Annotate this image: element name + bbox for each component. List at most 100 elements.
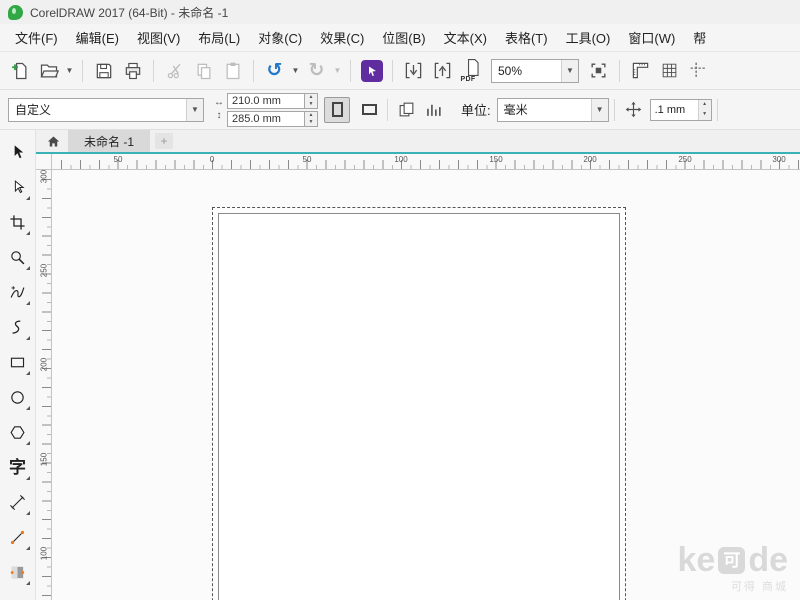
welcome-home-button[interactable] <box>42 131 64 151</box>
landscape-icon <box>362 104 377 115</box>
watermark-right: de <box>748 543 788 577</box>
fullscreen-preview-button[interactable] <box>585 57 612 84</box>
show-grid-button[interactable] <box>656 57 683 84</box>
menu-file[interactable]: 文件(F) <box>6 24 67 52</box>
freehand-tool[interactable] <box>4 278 32 307</box>
vertical-ruler[interactable]: 300 250 200 150 100 <box>36 170 52 600</box>
menu-table[interactable]: 表格(T) <box>496 24 557 52</box>
artistic-media-tool[interactable] <box>4 313 32 342</box>
cut-button[interactable] <box>161 57 188 84</box>
page-width-input[interactable]: 210.0 mm <box>227 93 305 109</box>
current-page-button[interactable] <box>420 96 447 123</box>
print-button[interactable] <box>119 57 146 84</box>
hruler-label: 100 <box>394 155 407 164</box>
toolbar-separator <box>350 60 351 82</box>
page-height-stepper[interactable]: ▲▼ <box>305 111 318 127</box>
page-width-stepper[interactable]: ▲▼ <box>305 93 318 109</box>
toolbar-separator <box>392 60 393 82</box>
publish-pdf-button[interactable]: PDF <box>458 57 485 84</box>
units-value: 毫米 <box>498 99 591 121</box>
menu-layout[interactable]: 布局(L) <box>189 24 249 52</box>
crop-tool[interactable] <box>4 208 32 237</box>
show-guidelines-button[interactable] <box>685 57 712 84</box>
watermark-logo-icon: 可 <box>718 547 745 574</box>
document-tab[interactable]: 未命名 -1 <box>68 130 150 152</box>
paste-button[interactable] <box>219 57 246 84</box>
new-document-button[interactable] <box>6 57 33 84</box>
menu-text[interactable]: 文本(X) <box>435 24 496 52</box>
vruler-label: 150 <box>40 450 49 470</box>
vruler-label: 100 <box>40 544 49 564</box>
export-icon <box>433 61 452 80</box>
menu-edit[interactable]: 编辑(E) <box>67 24 128 52</box>
page-width-icon: ↔ <box>214 98 224 108</box>
units-label: 单位: <box>461 100 491 119</box>
units-combo[interactable]: 毫米 ▼ <box>497 98 609 122</box>
open-button[interactable] <box>35 57 62 84</box>
polygon-tool[interactable] <box>4 418 32 447</box>
menu-object[interactable]: 对象(C) <box>249 24 311 52</box>
undo-dropdown-caret[interactable]: ▼ <box>290 66 301 75</box>
document-page[interactable] <box>218 213 620 600</box>
zoom-level-value: 50% <box>492 60 561 82</box>
save-button[interactable] <box>90 57 117 84</box>
window-title: CorelDRAW 2017 (64-Bit) - 未命名 -1 <box>30 4 228 21</box>
horizontal-ruler[interactable]: 50 0 50 100 150 200 250 300 <box>52 154 800 170</box>
connector-tool[interactable] <box>4 523 32 552</box>
propbar-separator <box>614 99 615 121</box>
import-button[interactable] <box>400 57 427 84</box>
all-pages-button[interactable] <box>393 96 420 123</box>
portrait-button[interactable] <box>324 97 350 123</box>
page-bleed-outline <box>212 207 626 600</box>
menu-window[interactable]: 窗口(W) <box>619 24 684 52</box>
redo-dropdown-caret[interactable]: ▼ <box>332 66 343 75</box>
new-tab-button[interactable]: + <box>155 133 173 149</box>
drawing-canvas[interactable]: ke 可 de 可得 商城 <box>52 170 800 600</box>
nudge-stepper[interactable]: ▲▼ <box>698 100 711 120</box>
zoom-level-combo[interactable]: 50% ▼ <box>491 59 579 83</box>
document-tab-bar: 未命名 -1 + <box>36 130 800 154</box>
paste-icon <box>223 61 243 81</box>
menu-help[interactable]: 帮 <box>684 24 715 52</box>
shape-tool[interactable] <box>4 173 32 202</box>
preset-dropdown-caret[interactable]: ▼ <box>186 99 203 121</box>
rectangle-tool[interactable] <box>4 348 32 377</box>
interactive-fill-tool[interactable] <box>4 558 32 587</box>
coreldraw-window: CorelDRAW 2017 (64-Bit) - 未命名 -1 文件(F) 编… <box>0 0 800 600</box>
connector-tool-icon <box>9 529 26 546</box>
hruler-label: 200 <box>583 155 596 164</box>
units-dropdown-caret[interactable]: ▼ <box>591 99 608 121</box>
zoom-dropdown-caret[interactable]: ▼ <box>561 60 578 82</box>
home-icon <box>46 134 61 149</box>
undo-icon: ↺ <box>267 61 283 80</box>
guidelines-icon <box>689 61 708 80</box>
corel-launcher-icon <box>361 60 383 82</box>
menu-view[interactable]: 视图(V) <box>128 24 189 52</box>
launcher-button[interactable] <box>358 57 385 84</box>
hruler-label: 150 <box>489 155 502 164</box>
nudge-offset-button <box>620 96 647 123</box>
zoom-tool-icon <box>9 249 26 266</box>
propbar-separator <box>387 99 388 121</box>
rectangle-tool-icon <box>9 354 26 371</box>
redo-button[interactable]: ↻ <box>303 57 330 84</box>
menu-bitmaps[interactable]: 位图(B) <box>373 24 434 52</box>
open-dropdown-caret[interactable]: ▼ <box>64 66 75 75</box>
export-button[interactable] <box>429 57 456 84</box>
page-height-input[interactable]: 285.0 mm <box>227 111 305 127</box>
menu-tools[interactable]: 工具(O) <box>557 24 620 52</box>
ellipse-tool[interactable] <box>4 383 32 412</box>
text-tool[interactable]: 字 <box>4 453 32 482</box>
show-rulers-button[interactable] <box>627 57 654 84</box>
page-preset-combo[interactable]: 自定义 ▼ <box>8 98 204 122</box>
toolbar-separator <box>253 60 254 82</box>
pick-tool[interactable] <box>4 138 32 167</box>
copy-button[interactable] <box>190 57 217 84</box>
nudge-offset-input[interactable]: .1 mm ▲▼ <box>650 99 712 121</box>
zoom-tool[interactable] <box>4 243 32 272</box>
menu-effects[interactable]: 效果(C) <box>311 24 373 52</box>
landscape-button[interactable] <box>356 97 382 123</box>
undo-button[interactable]: ↺ <box>261 57 288 84</box>
toolbar-separator <box>82 60 83 82</box>
parallel-dimension-tool[interactable] <box>4 488 32 517</box>
